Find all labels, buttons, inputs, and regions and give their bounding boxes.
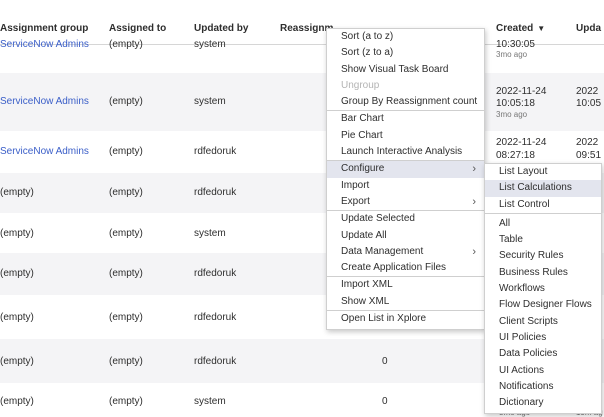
assignment-group-link[interactable]: ServiceNow Admins: [0, 39, 89, 50]
updated-time-cell: 09:51: [576, 150, 602, 161]
menu-item-group-by[interactable]: Group By Reassignment count: [327, 94, 484, 110]
assignment-group-cell: (empty): [0, 268, 34, 279]
assigned-to-cell: (empty): [109, 356, 143, 367]
configure-submenu: List Layout List Calculations List Contr…: [484, 163, 602, 415]
menu-item-launch-analysis[interactable]: Launch Interactive Analysis: [327, 144, 484, 160]
assigned-to-cell: (empty): [109, 39, 143, 50]
menu-item-update-all[interactable]: Update All: [327, 228, 484, 244]
assignment-group-cell: (empty): [0, 396, 34, 407]
column-header-assigned-to[interactable]: Assigned to: [109, 23, 166, 34]
column-header-updated[interactable]: Upda: [576, 23, 601, 34]
menu-item-show-xml[interactable]: Show XML: [327, 294, 484, 310]
sort-desc-icon[interactable]: ▼: [537, 24, 545, 33]
submenu-item-flow-designer-flows[interactable]: Flow Designer Flows: [485, 297, 601, 313]
menu-divider: [485, 212, 601, 214]
chevron-right-icon: ›: [472, 195, 476, 208]
chevron-right-icon: ›: [472, 245, 476, 258]
menu-item-data-management[interactable]: Data Management ›: [327, 244, 484, 260]
column-header-assignment-group[interactable]: Assignment group: [0, 23, 88, 34]
created-header-label: Created: [496, 23, 534, 34]
menu-item-import[interactable]: Import: [327, 178, 484, 194]
submenu-item-list-calculations[interactable]: List Calculations: [485, 180, 601, 197]
menu-item-pie-chart[interactable]: Pie Chart: [327, 128, 484, 144]
submenu-item-all[interactable]: All: [485, 216, 601, 232]
assigned-to-cell: (empty): [109, 396, 143, 407]
created-relative-cell: 3mo ago: [496, 110, 528, 119]
updated-by-cell: rdfedoruk: [194, 356, 237, 367]
submenu-item-workflows[interactable]: Workflows: [485, 281, 601, 297]
submenu-item-table[interactable]: Table: [485, 232, 601, 248]
table-row[interactable]: ServiceNow Admins (empty) system 2022-11…: [0, 73, 604, 131]
updated-date-cell: 2022: [576, 86, 599, 97]
updated-by-cell: system: [194, 39, 226, 50]
updated-by-cell: system: [194, 96, 226, 107]
reassignment-count-cell: 0: [382, 396, 388, 407]
chevron-right-icon: ›: [472, 163, 476, 176]
assignment-group-link[interactable]: ServiceNow Admins: [0, 96, 89, 107]
updated-by-cell: rdfedoruk: [194, 268, 237, 279]
assignment-group-cell: (empty): [0, 228, 34, 239]
menu-item-export-label: Export: [341, 195, 370, 207]
reassignment-count-cell: 0: [382, 356, 388, 367]
updated-by-cell: system: [194, 396, 226, 407]
menu-item-import-xml[interactable]: Import XML: [327, 277, 484, 293]
column-context-menu: Sort (a to z) Sort (z to a) Show Visual …: [326, 28, 485, 331]
assigned-to-cell: (empty): [109, 96, 143, 107]
created-date-cell: 2022-11-24: [496, 137, 547, 148]
updated-by-cell: rdfedoruk: [194, 312, 237, 323]
submenu-item-business-rules[interactable]: Business Rules: [485, 265, 601, 281]
assigned-to-cell: (empty): [109, 268, 143, 279]
updated-by-cell: rdfedoruk: [194, 187, 237, 198]
updated-by-cell: rdfedoruk: [194, 146, 237, 157]
menu-item-ungroup: Ungroup: [341, 79, 380, 91]
submenu-item-ui-policies[interactable]: UI Policies: [485, 330, 601, 346]
updated-date-cell: 2022: [576, 137, 599, 148]
created-relative-cell: 3mo ago: [496, 50, 528, 59]
created-time-cell: 08:27:18: [496, 150, 535, 161]
menu-item-bar-chart[interactable]: Bar Chart: [327, 111, 484, 127]
submenu-item-list-control[interactable]: List Control: [485, 197, 601, 213]
submenu-item-list-layout[interactable]: List Layout: [485, 164, 601, 180]
table-row[interactable]: ServiceNow Admins (empty) system 10:30:0…: [0, 39, 604, 73]
menu-item-create-application-files[interactable]: Create Application Files: [327, 260, 484, 276]
menu-item-configure-label: Configure: [341, 163, 385, 175]
submenu-item-data-policies[interactable]: Data Policies: [485, 346, 601, 362]
menu-item-configure[interactable]: Configure ›: [327, 161, 484, 178]
assigned-to-cell: (empty): [109, 187, 143, 198]
menu-item-sort-za[interactable]: Sort (z to a): [327, 45, 484, 61]
created-date-cell: 2022-11-24: [496, 86, 547, 97]
submenu-item-notifications[interactable]: Notifications: [485, 379, 601, 395]
assignment-group-cell: (empty): [0, 356, 34, 367]
menu-item-sort-az[interactable]: Sort (a to z): [327, 29, 484, 45]
created-time-cell: 10:30:05: [496, 39, 535, 50]
submenu-item-security-rules[interactable]: Security Rules: [485, 248, 601, 264]
menu-item-show-visual-task-board[interactable]: Show Visual Task Board: [327, 62, 484, 78]
menu-item-export[interactable]: Export ›: [327, 194, 484, 210]
submenu-item-ui-actions[interactable]: UI Actions: [485, 363, 601, 379]
menu-item-open-list-xplore[interactable]: Open List in Xplore: [327, 311, 484, 327]
updated-time-cell: 10:05: [576, 98, 602, 109]
assigned-to-cell: (empty): [109, 228, 143, 239]
menu-item-update-selected[interactable]: Update Selected: [327, 211, 484, 227]
column-header-created[interactable]: Created ▼: [496, 23, 545, 34]
assignment-group-cell: (empty): [0, 312, 34, 323]
submenu-item-client-scripts[interactable]: Client Scripts: [485, 314, 601, 330]
assignment-group-link[interactable]: ServiceNow Admins: [0, 146, 89, 157]
assigned-to-cell: (empty): [109, 312, 143, 323]
column-header-updated-by[interactable]: Updated by: [194, 23, 248, 34]
created-time-cell: 10:05:18: [496, 98, 535, 109]
menu-item-data-management-label: Data Management: [341, 245, 424, 257]
updated-by-cell: system: [194, 228, 226, 239]
assignment-group-cell: (empty): [0, 187, 34, 198]
submenu-item-dictionary[interactable]: Dictionary: [485, 395, 601, 411]
assigned-to-cell: (empty): [109, 146, 143, 157]
